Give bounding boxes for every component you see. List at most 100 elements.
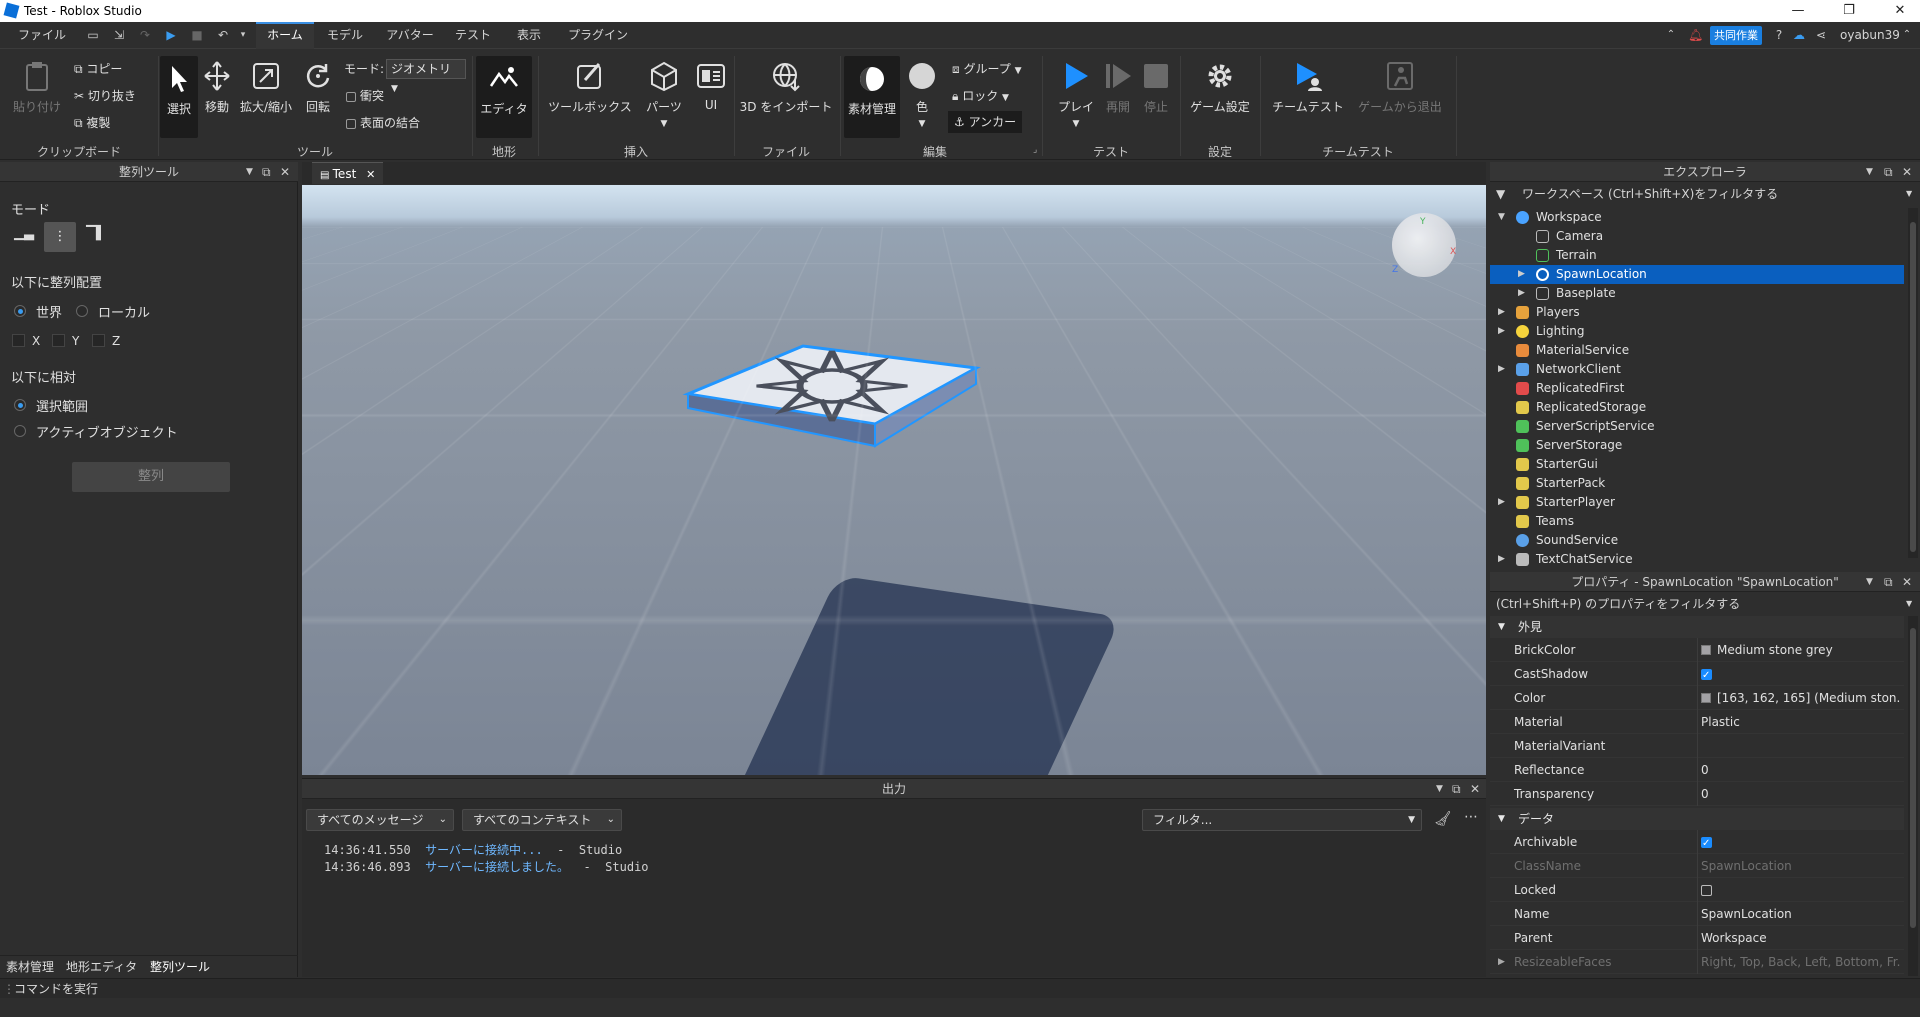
align-max-icon[interactable]: ▔▌ [86,226,106,246]
castshadow-checkbox[interactable] [1701,664,1712,686]
lock-button[interactable]: 🔒︎ ロック ▼ [952,87,1009,105]
paste-button[interactable]: 貼り付け [10,60,64,115]
prop-value[interactable]: Medium stone grey [1701,638,1901,662]
prop-material[interactable]: Material Plastic [1490,710,1904,734]
panel-dropdown-icon[interactable]: ▼ [1436,779,1443,799]
maximize-button[interactable]: ❐ [1829,1,1869,21]
expand-arrow-icon[interactable]: ▶ [1518,284,1525,303]
properties-scroll-thumb[interactable] [1910,628,1916,928]
help-icon[interactable]: ? [1772,28,1786,42]
part-dropdown-icon[interactable]: ▼ [661,119,668,129]
collapse-ribbon-icon[interactable]: ⌃ [1664,28,1678,42]
undock-icon[interactable]: ⧉ [1884,572,1893,592]
collaborate-button[interactable]: 共同作業 [1710,26,1762,45]
tree-item-baseplate[interactable]: ▶ Baseplate [1490,284,1904,303]
cut-button[interactable]: ✂ 切り抜き [74,87,136,105]
move-tool-button[interactable]: 移動 [200,60,234,115]
local-radio[interactable] [76,305,88,317]
prop-value[interactable]: Workspace [1701,926,1901,950]
prop-value[interactable]: Plastic [1701,710,1901,734]
group-dropdown-icon[interactable]: ▼ [1015,66,1022,76]
expand-arrow-icon[interactable]: ▶ [1518,265,1525,284]
minimize-button[interactable]: — [1778,1,1818,21]
close-panel-icon[interactable]: ✕ [1470,779,1480,799]
edit-settings-expand-icon[interactable]: ⌟ [1033,145,1037,155]
tree-item-replicatedstorage[interactable]: ReplicatedStorage [1490,398,1904,417]
mode-dropdown[interactable]: ジオメトリ ▼ [386,59,466,94]
copy-button[interactable]: ⧉ コピー [74,60,122,78]
tree-item-soundservice[interactable]: SoundService [1490,531,1904,550]
align-min-icon[interactable]: ▁▃ [14,226,34,246]
tree-item-materialservice[interactable]: MaterialService [1490,341,1904,360]
axis-z-checkbox[interactable] [92,334,105,347]
collisions-toggle[interactable]: 衝突 [346,87,384,105]
view-selector-gizmo[interactable]: Y X Z [1392,213,1456,277]
properties-filter-input[interactable]: (Ctrl+Shift+P) のプロパティをフィルタする ▼ [1490,594,1920,614]
cloud-icon[interactable]: ☁ [1792,28,1806,42]
tree-item-workspace[interactable]: ▼ Workspace [1490,208,1904,227]
archivable-checkbox[interactable] [1701,832,1712,854]
message-filter-dropdown[interactable]: すべてのメッセージ ⌄ [306,809,454,831]
close-panel-icon[interactable]: ✕ [280,162,290,182]
notifications-icon[interactable]: 🔔︎ [1688,28,1703,42]
prop-value[interactable]: 0 [1701,782,1901,806]
prop-value[interactable]: [163, 162, 165] (Medium ston... [1701,686,1901,710]
group-button[interactable]: ⧈ グループ ▼ [952,60,1021,78]
undock-icon[interactable]: ⧉ [1452,779,1461,799]
prop-value[interactable]: 0 [1701,758,1901,782]
undock-icon[interactable]: ⧉ [262,162,271,182]
anchor-button[interactable]: ⚓ アンカー [948,111,1023,133]
prop-parent[interactable]: Parent Workspace [1490,926,1904,950]
lock-dropdown-icon[interactable]: ▼ [1002,93,1009,103]
share-icon[interactable]: ⋖ [1814,28,1828,42]
join-surfaces-toggle[interactable]: 表面の結合 [346,114,420,132]
scale-tool-button[interactable]: 拡大/縮小 [236,60,296,115]
tree-item-players[interactable]: ▶ Players [1490,303,1904,322]
properties-scrollbar[interactable] [1908,616,1918,976]
expand-arrow-icon[interactable]: ▶ [1498,322,1505,341]
prop-brickcolor[interactable]: BrickColor Medium stone grey [1490,638,1904,662]
tree-item-teams[interactable]: Teams [1490,512,1904,531]
explorer-scrollbar[interactable] [1908,208,1918,558]
more-options-icon[interactable]: ⋯ [1464,809,1478,825]
game-settings-button[interactable]: ゲーム設定 [1186,60,1254,115]
expand-arrow-icon[interactable]: ▶ [1498,360,1505,379]
locked-checkbox[interactable] [1701,885,1712,896]
expand-arrow-icon[interactable]: ▶ [1498,550,1505,568]
explorer-scroll-thumb[interactable] [1910,222,1916,552]
tab-avatar[interactable]: アバター [378,22,442,49]
selection-radio[interactable] [14,399,26,411]
close-panel-icon[interactable]: ✕ [1902,162,1912,182]
tab-material-manager[interactable]: 素材管理 [6,957,54,977]
axis-y-checkbox[interactable] [52,334,65,347]
color-button[interactable]: 色 ▼ [904,60,940,129]
panel-dropdown-icon[interactable]: ▼ [1866,572,1873,592]
align-button[interactable]: 整列 [72,462,230,492]
tree-item-lighting[interactable]: ▶ Lighting [1490,322,1904,341]
prop-transparency[interactable]: Transparency 0 [1490,782,1904,806]
panel-dropdown-icon[interactable]: ▼ [1866,162,1873,182]
tab-align-tool[interactable]: 整列ツール [144,957,217,977]
part-button[interactable]: パーツ ▼ [640,60,688,129]
tab-home[interactable]: ホーム [256,22,314,49]
toolbox-button[interactable]: ツールボックス [546,60,634,115]
3d-viewport[interactable]: Y X Z [302,185,1486,775]
prop-locked[interactable]: Locked [1490,878,1904,902]
prop-archivable[interactable]: Archivable [1490,830,1904,854]
new-file-icon[interactable]: ▭ [86,28,100,42]
exit-game-button[interactable]: ゲームから退出 [1352,60,1448,115]
panel-dropdown-icon[interactable]: ▼ [246,162,253,182]
prop-name-row[interactable]: Name SpawnLocation [1490,902,1904,926]
collisions-checkbox[interactable] [346,91,356,102]
play-dropdown-icon[interactable]: ▼ [1073,119,1080,129]
collapse-arrow-icon[interactable]: ▼ [1498,808,1505,830]
quick-stop-icon[interactable]: ■ [190,28,204,42]
redo-icon[interactable]: ↷ [138,28,152,42]
tree-item-replicatedfirst[interactable]: ReplicatedFirst [1490,379,1904,398]
tree-item-textchatservice[interactable]: ▶ TextChatService [1490,550,1904,568]
active-object-radio[interactable] [14,425,26,437]
tab-model[interactable]: モデル [318,22,372,49]
material-manager-button[interactable]: 素材管理 [844,56,900,138]
prop-reflectance[interactable]: Reflectance 0 [1490,758,1904,782]
tree-item-serverscriptservice[interactable]: ServerScriptService [1490,417,1904,436]
